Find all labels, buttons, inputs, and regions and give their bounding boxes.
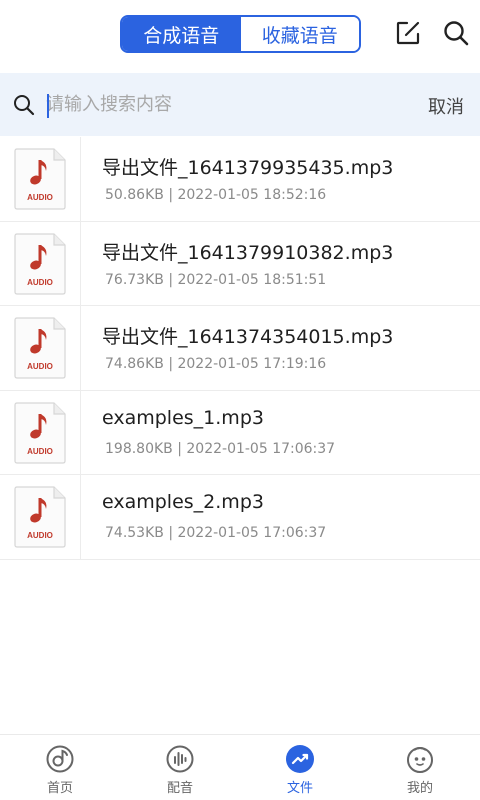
file-meta: 198.80KB | 2022-01-05 17:06:37 [105, 440, 336, 457]
file-thumb-cell: AUDIO [0, 137, 81, 221]
file-thumb-cell: AUDIO [0, 221, 81, 305]
search-field-icon [12, 93, 36, 117]
file-name: examples_1.mp3 [102, 406, 264, 429]
tab-synthesized-voice[interactable]: 合成语音 [122, 17, 241, 51]
cancel-search-button[interactable]: 取消 [428, 93, 464, 119]
nav-home[interactable]: 首页 [0, 735, 120, 800]
audio-file-icon: AUDIO [14, 232, 66, 295]
file-meta: 76.73KB | 2022-01-05 18:51:51 [105, 271, 327, 288]
tab-favorite-voice[interactable]: 收藏语音 [240, 17, 359, 51]
file-name: examples_2.mp3 [102, 491, 264, 513]
file-list-item[interactable]: AUDIO 导出文件_1641379935435.mp3 50.86KB | 2… [0, 137, 480, 222]
search-icon[interactable] [441, 18, 471, 48]
disc-icon [45, 744, 75, 774]
audio-file-icon: AUDIO [14, 148, 66, 210]
audio-file-icon: AUDIO [14, 401, 66, 464]
file-list-item[interactable]: AUDIO 导出文件_1641374354015.mp3 74.86KB | 2… [0, 306, 480, 391]
bottom-nav: 首页 配音 文件 我的 [0, 734, 480, 800]
trend-icon [285, 744, 315, 774]
audio-bars-icon [165, 744, 195, 774]
nav-files-label: 文件 [286, 781, 313, 796]
svg-text:AUDIO: AUDIO [27, 362, 53, 371]
voice-tab-switch: 合成语音 收藏语音 [120, 15, 361, 53]
svg-text:AUDIO: AUDIO [27, 531, 53, 540]
search-bar: 取消 [0, 73, 480, 136]
file-list-item[interactable]: AUDIO examples_1.mp3 198.80KB | 2022-01-… [0, 390, 480, 475]
file-list: AUDIO 导出文件_1641379935435.mp3 50.86KB | 2… [0, 137, 480, 560]
file-name: 导出文件_1641379935435.mp3 [102, 157, 394, 179]
search-input[interactable] [46, 87, 406, 121]
face-icon [405, 744, 435, 774]
audio-file-icon: AUDIO [14, 317, 66, 379]
file-thumb-cell: AUDIO [0, 306, 81, 390]
nav-profile-label: 我的 [406, 781, 433, 796]
file-list-item[interactable]: AUDIO examples_2.mp3 74.53KB | 2022-01-0… [0, 475, 480, 560]
file-name: 导出文件_1641374354015.mp3 [102, 326, 394, 348]
edit-icon[interactable] [393, 18, 423, 48]
file-thumb-cell: AUDIO [0, 390, 81, 474]
nav-files[interactable]: 文件 [240, 735, 360, 800]
svg-text:AUDIO: AUDIO [27, 278, 53, 287]
top-header: 合成语音 收藏语音 [0, 0, 480, 72]
audio-file-icon: AUDIO [14, 486, 66, 548]
app-root: 合成语音 收藏语音 取消 [0, 0, 480, 800]
svg-text:AUDIO: AUDIO [27, 193, 53, 202]
file-meta: 74.53KB | 2022-01-05 17:06:37 [105, 525, 327, 541]
svg-text:AUDIO: AUDIO [27, 447, 53, 456]
text-caret [47, 94, 49, 118]
file-thumb-cell: AUDIO [0, 475, 81, 559]
nav-home-label: 首页 [46, 781, 73, 796]
nav-dubbing-label: 配音 [166, 781, 193, 796]
file-meta: 50.86KB | 2022-01-05 18:52:16 [105, 187, 327, 203]
file-name: 导出文件_1641379910382.mp3 [102, 241, 394, 264]
file-list-item[interactable]: AUDIO 导出文件_1641379910382.mp3 76.73KB | 2… [0, 221, 480, 306]
nav-profile[interactable]: 我的 [360, 735, 480, 800]
file-meta: 74.86KB | 2022-01-05 17:19:16 [105, 356, 327, 372]
nav-dubbing[interactable]: 配音 [120, 735, 240, 800]
